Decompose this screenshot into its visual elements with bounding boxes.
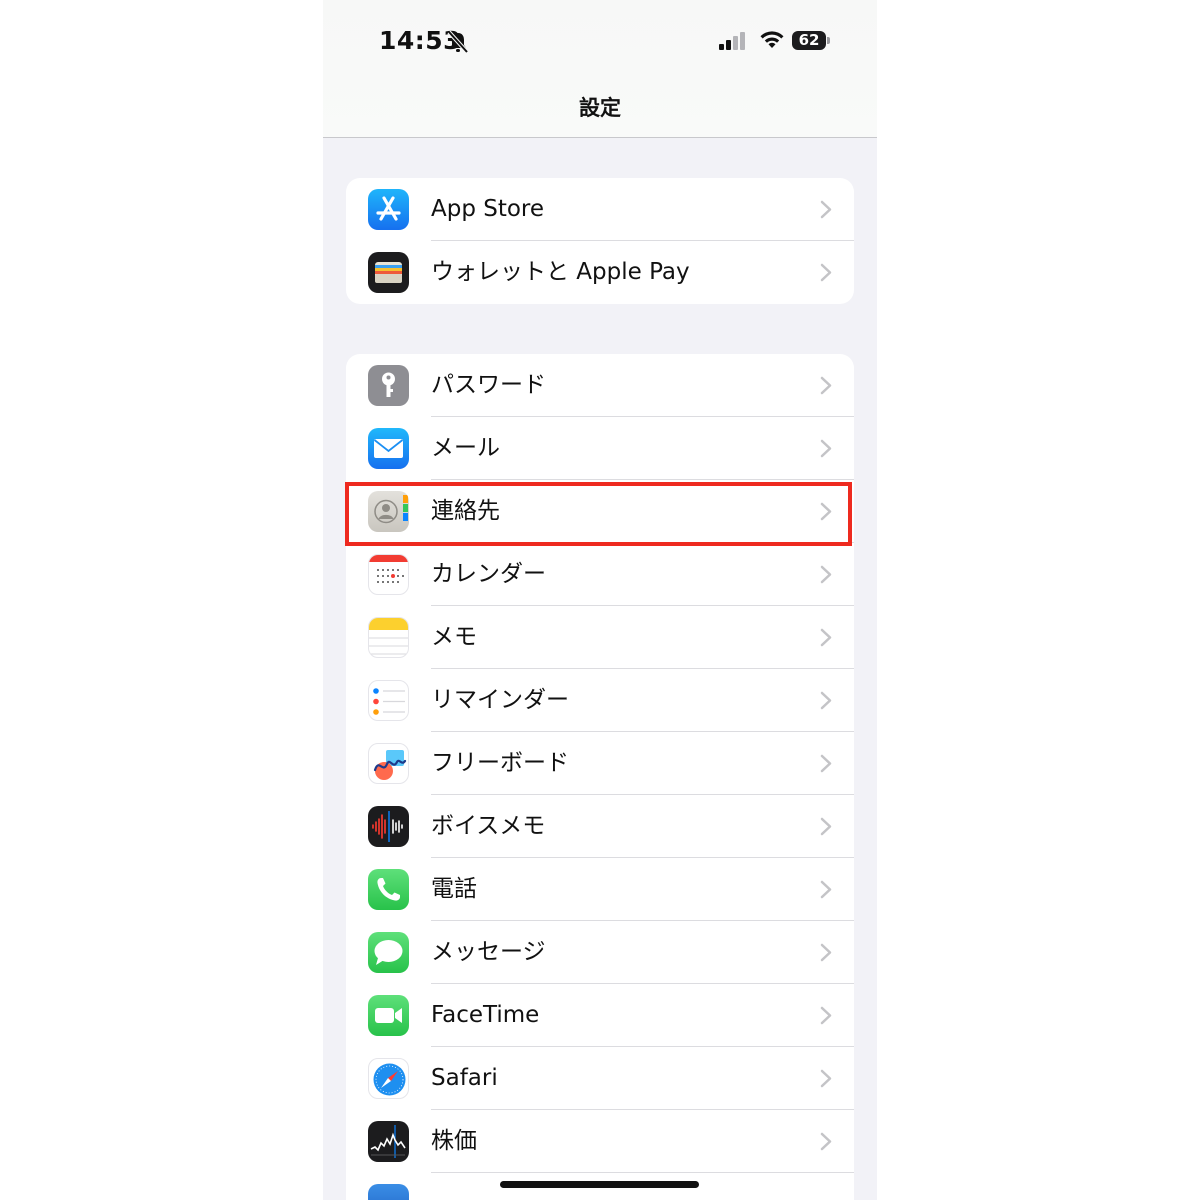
- settings-row-stocks[interactable]: 株価: [346, 1110, 854, 1173]
- settings-row-calendar[interactable]: カレンダー: [346, 543, 854, 606]
- phone-icon: [368, 869, 409, 910]
- settings-row-label: メール: [431, 435, 500, 461]
- settings-row-messages[interactable]: メッセージ: [346, 921, 854, 984]
- settings-row-label: 連絡先: [431, 498, 500, 524]
- settings-row-label: フリーボード: [431, 750, 569, 776]
- reminders-icon: [368, 680, 409, 721]
- battery-icon: 62: [792, 31, 826, 50]
- settings-row-app-store[interactable]: App Store: [346, 178, 854, 241]
- contacts-icon: [368, 491, 409, 532]
- chevron-right-icon: [820, 628, 832, 647]
- settings-row-facetime[interactable]: FaceTime: [346, 984, 854, 1047]
- settings-group-apps: パスワード メール 連絡先 カレンダー メモ リマインダー フリーボード ボイス…: [346, 354, 854, 1200]
- settings-row-label: App Store: [431, 196, 545, 222]
- settings-row-safari[interactable]: Safari: [346, 1047, 854, 1110]
- settings-row-label: 電話: [431, 876, 477, 902]
- wallet-icon: [368, 252, 409, 293]
- facetime-icon: [368, 995, 409, 1036]
- chevron-right-icon: [820, 1006, 832, 1025]
- settings-row-phone[interactable]: 電話: [346, 858, 854, 921]
- page-title: 設定: [579, 96, 621, 120]
- settings-row-voice-memos[interactable]: ボイスメモ: [346, 795, 854, 858]
- settings-row-label: 株価: [431, 1128, 477, 1154]
- calendar-icon: [368, 554, 409, 595]
- messages-icon: [368, 932, 409, 973]
- chevron-right-icon: [820, 502, 832, 521]
- wifi-icon: [760, 31, 784, 48]
- chevron-right-icon: [820, 565, 832, 584]
- settings-row-label: Safari: [431, 1065, 498, 1091]
- passwords-icon: [368, 365, 409, 406]
- settings-row-label: ボイスメモ: [431, 813, 546, 839]
- navigation-header: 14:53 62 設定: [323, 0, 877, 138]
- cellular-signal-icon: [719, 32, 745, 50]
- settings-row-wallet[interactable]: ウォレットと Apple Pay: [346, 241, 854, 304]
- chevron-right-icon: [820, 439, 832, 458]
- app-store-icon: [368, 189, 409, 230]
- voice-memos-icon: [368, 806, 409, 847]
- battery-cap: [827, 37, 830, 44]
- chevron-right-icon: [820, 200, 832, 219]
- chevron-right-icon: [820, 817, 832, 836]
- settings-group-store: App Store ウォレットと Apple Pay: [346, 178, 854, 304]
- home-indicator[interactable]: [500, 1181, 699, 1188]
- settings-row-label: メッセージ: [431, 939, 546, 965]
- mail-icon: [368, 428, 409, 469]
- chevron-right-icon: [820, 754, 832, 773]
- settings-row-reminders[interactable]: リマインダー: [346, 669, 854, 732]
- settings-row-label: FaceTime: [431, 1002, 540, 1028]
- chevron-right-icon: [820, 1069, 832, 1088]
- settings-row-label: パスワード: [431, 372, 546, 398]
- settings-row-label: カレンダー: [431, 561, 546, 587]
- settings-row-contacts[interactable]: 連絡先: [346, 480, 854, 543]
- silent-bell-icon: [447, 30, 469, 54]
- notes-icon: [368, 617, 409, 658]
- weather-icon: [368, 1184, 409, 1200]
- settings-row-mail[interactable]: メール: [346, 417, 854, 480]
- settings-row-freeform[interactable]: フリーボード: [346, 732, 854, 795]
- chevron-right-icon: [820, 880, 832, 899]
- chevron-right-icon: [820, 691, 832, 710]
- chevron-right-icon: [820, 263, 832, 282]
- settings-row-passwords[interactable]: パスワード: [346, 354, 854, 417]
- freeform-icon: [368, 743, 409, 784]
- settings-screen: 14:53 62 設定 App Store ウォレットと Apple Pay パ…: [323, 0, 877, 1200]
- settings-row-label: リマインダー: [431, 687, 569, 713]
- chevron-right-icon: [820, 376, 832, 395]
- settings-row-notes[interactable]: メモ: [346, 606, 854, 669]
- settings-row-label: ウォレットと Apple Pay: [431, 259, 690, 285]
- stocks-icon: [368, 1121, 409, 1162]
- settings-row-label: メモ: [431, 624, 477, 650]
- safari-icon: [368, 1058, 409, 1099]
- chevron-right-icon: [820, 1132, 832, 1151]
- chevron-right-icon: [820, 943, 832, 962]
